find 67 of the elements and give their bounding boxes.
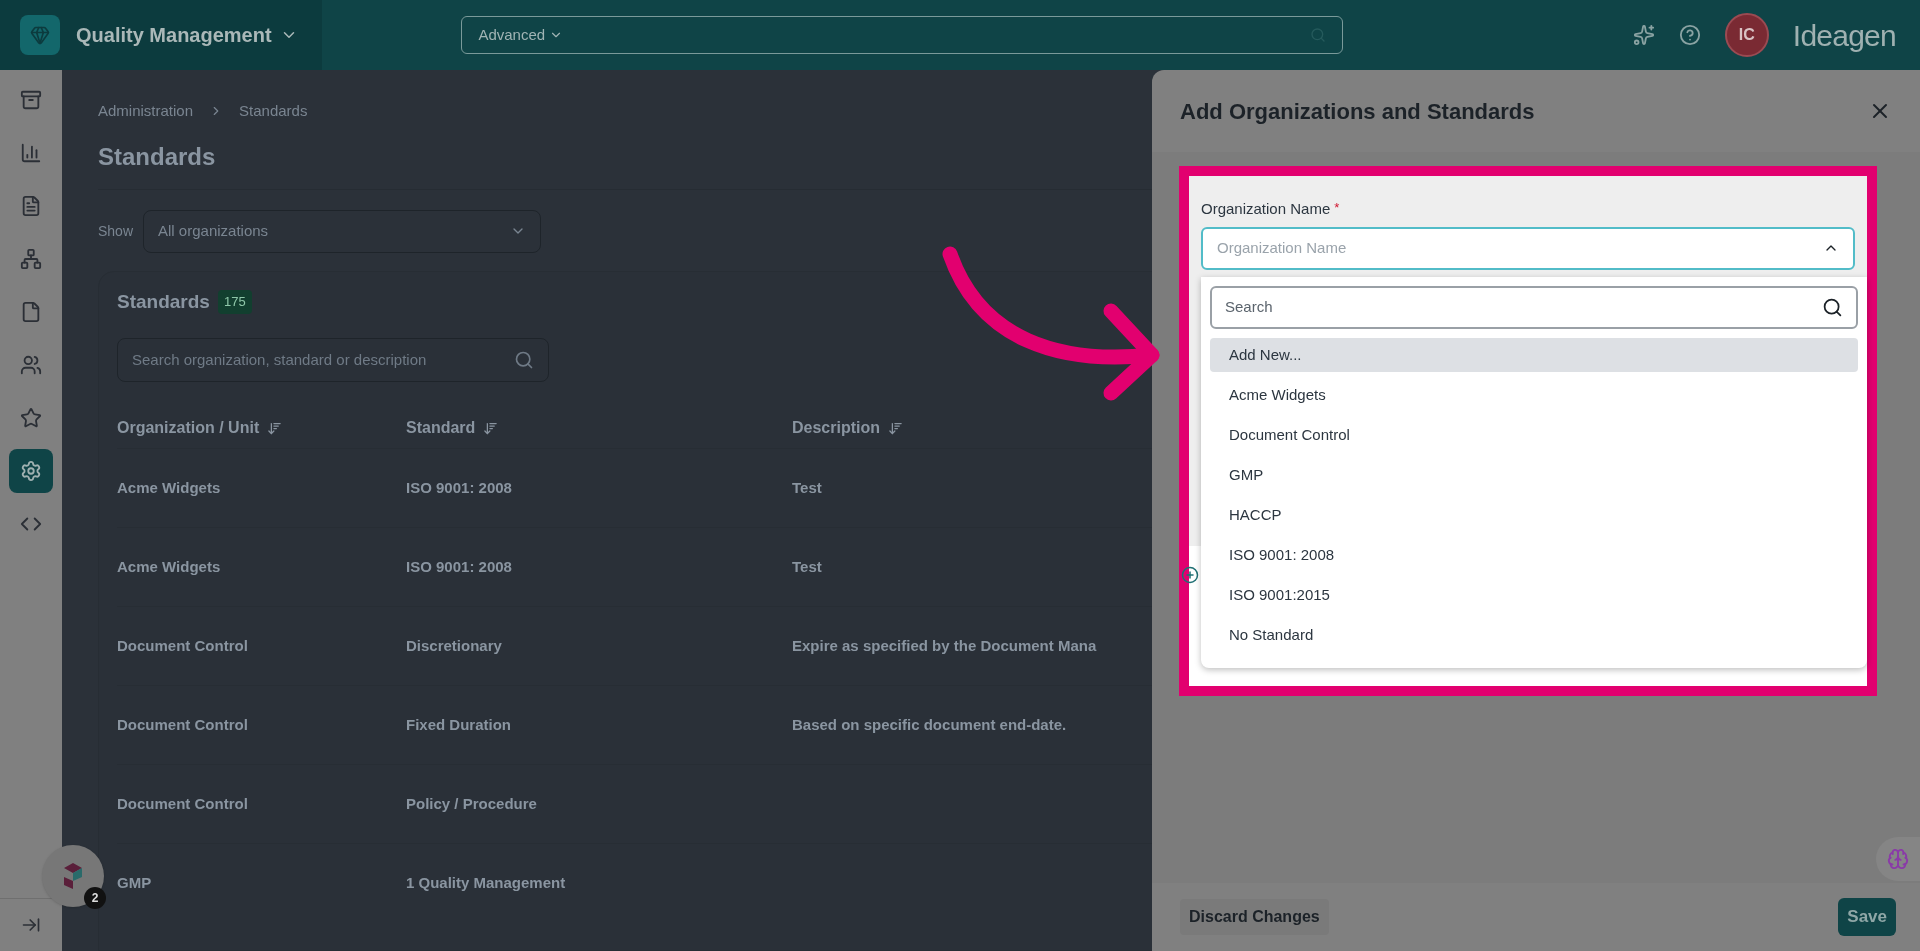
column-header[interactable]: Description [792,408,903,448]
dropdown-option[interactable]: No Standard [1210,618,1858,652]
dropdown-option[interactable]: Add New... [1210,338,1858,372]
discard-changes-button[interactable]: Discard Changes [1180,899,1329,935]
count-badge: 175 [217,290,252,314]
search-icon [1822,297,1843,318]
table-cell-text: Discretionary [406,635,503,656]
table-cell-text: Policy / Procedure [406,793,538,814]
table-cell-text: Test [792,556,823,577]
add-icon[interactable] [1181,566,1199,584]
card-title: Standards [117,289,210,314]
table-cell-text: Acme Widgets [117,477,222,498]
notification-badge: 2 [84,887,106,909]
file-icon [20,301,42,323]
column-header[interactable]: Organization / Unit [117,408,283,448]
hierarchy-icon [20,248,42,270]
document-icon [20,195,42,217]
sort-icon [888,420,903,436]
search-scope[interactable]: Advanced [478,23,564,47]
dropdown-option[interactable]: Document Control [1210,418,1858,452]
table-cell-text: Document Control [117,714,249,735]
dropdown-option[interactable]: ISO 9001:2015 [1210,578,1858,612]
table-cell-text: Acme Widgets [117,556,222,577]
field-label: Organization Name [1201,199,1331,219]
search-bar[interactable]: Advanced [461,16,1344,54]
table-cell-text: 1 Quality Management [406,872,567,893]
archive-icon [20,89,42,111]
sidebar-item[interactable] [9,449,53,493]
table-cell-text: Document Control [117,793,249,814]
table-cell-text: Test [792,477,823,498]
table-cell-text: ISO 9001: 2008 [406,477,513,498]
star-icon [20,407,42,429]
dropdown-option[interactable]: HACCP [1210,498,1858,532]
help-icon[interactable] [1678,24,1701,46]
table-cell-text: GMP [117,872,153,893]
organization-filter-dropdown[interactable]: All organizations [143,209,542,253]
brain-icon [1887,848,1909,870]
table-cell-text: Fixed Duration [406,714,512,735]
settings-icon [20,460,42,482]
expand-sidebar-icon[interactable] [21,915,41,935]
table-cell-text: Expire as specified by the Document Mana [792,635,1098,656]
table-search-field[interactable]: Search organization, standard or description [117,338,549,382]
dropdown-option[interactable]: Acme Widgets [1210,378,1858,412]
bar-chart-icon [20,142,42,164]
search-icon [514,350,534,370]
user-avatar[interactable]: IC [1724,13,1769,57]
panel-title: Add Organizations and Standards [1180,97,1535,126]
people-icon [20,354,42,376]
help-widget[interactable]: 2 [42,845,104,907]
table-cell-text: Document Control [117,635,249,656]
dropdown-option[interactable]: GMP [1210,458,1858,492]
required-mark: * [1334,199,1340,217]
dropdown-search-field[interactable]: Search [1210,286,1858,329]
table-cell-text: ISO 9001: 2008 [406,556,513,577]
brand-logo: Ideagen [1792,17,1896,54]
column-header[interactable]: Standard [406,408,499,448]
breadcrumb-link[interactable]: Standards [239,100,308,123]
sparkle-icon[interactable] [1632,24,1655,46]
breadcrumb-link[interactable]: Administration [98,100,194,123]
save-button[interactable]: Save [1838,898,1896,936]
sort-icon [483,420,499,436]
app-logo-icon[interactable] [20,15,60,55]
sort-icon [267,420,283,436]
page-title: Standards [98,141,217,172]
table-cell-text: Based on specific document end-date. [792,714,1068,735]
dropdown-option[interactable]: ISO 9001: 2008 [1210,538,1858,572]
filter-label: Show [98,221,134,241]
